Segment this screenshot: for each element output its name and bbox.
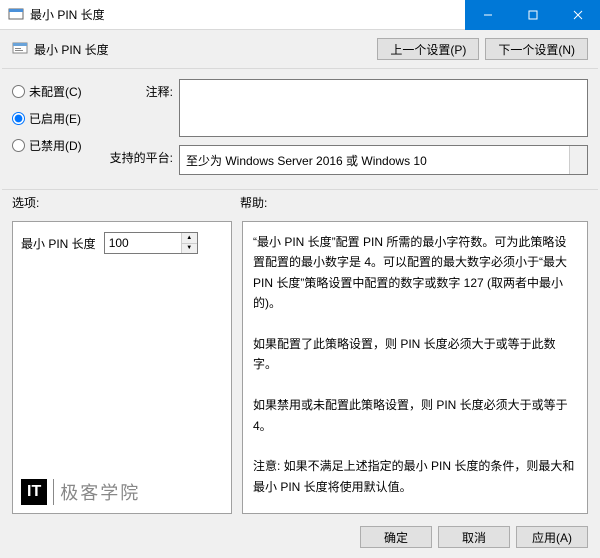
options-panel: 最小 PIN 长度 ▲ ▼ IT 极客学院 [12, 221, 232, 514]
min-pin-length-input[interactable] [105, 233, 181, 253]
supported-platform-value: 至少为 Windows Server 2016 或 Windows 10 [186, 152, 427, 169]
comment-label: 注释: [109, 79, 173, 100]
window-controls [465, 0, 600, 29]
policy-title: 最小 PIN 长度 [34, 41, 377, 58]
help-panel[interactable]: “最小 PIN 长度”配置 PIN 所需的最小字符数。可为此策略设置配置的最小数… [242, 221, 588, 514]
header-row: 最小 PIN 长度 上一个设置(P) 下一个设置(N) [0, 30, 600, 68]
min-pin-length-spinner[interactable]: ▲ ▼ [104, 232, 198, 254]
next-setting-button[interactable]: 下一个设置(N) [485, 38, 588, 60]
minimize-button[interactable] [465, 0, 510, 30]
spinner-up-button[interactable]: ▲ [182, 233, 197, 244]
watermark-logo: IT [21, 479, 47, 505]
comment-textarea[interactable] [179, 79, 588, 137]
supported-platform-box: 至少为 Windows Server 2016 或 Windows 10 [179, 145, 588, 175]
help-text: “最小 PIN 长度”配置 PIN 所需的最小字符数。可为此策略设置配置的最小数… [253, 235, 574, 494]
apply-button[interactable]: 应用(A) [516, 526, 588, 548]
dialog-footer: 确定 取消 应用(A) [0, 518, 600, 558]
ok-button[interactable]: 确定 [360, 526, 432, 548]
help-section-label: 帮助: [240, 194, 267, 211]
radio-enabled-label[interactable]: 已启用(E) [29, 110, 81, 127]
maximize-button[interactable] [510, 0, 555, 30]
radio-disabled-label[interactable]: 已禁用(D) [29, 137, 82, 154]
cancel-button[interactable]: 取消 [438, 526, 510, 548]
options-section-label: 选项: [12, 194, 240, 211]
platform-label: 支持的平台: [109, 145, 173, 166]
radio-enabled[interactable] [12, 112, 25, 125]
radio-not-configured-label[interactable]: 未配置(C) [29, 83, 82, 100]
window-title: 最小 PIN 长度 [30, 6, 465, 23]
prev-setting-button[interactable]: 上一个设置(P) [377, 38, 479, 60]
min-pin-length-label: 最小 PIN 长度 [21, 235, 96, 252]
state-radio-group: 未配置(C) 已启用(E) 已禁用(D) [12, 79, 97, 175]
policy-icon [12, 41, 28, 57]
spinner-down-button[interactable]: ▼ [182, 244, 197, 254]
watermark-text: 极客学院 [60, 479, 140, 505]
radio-disabled[interactable] [12, 139, 25, 152]
watermark: IT 极客学院 [21, 479, 140, 505]
close-button[interactable] [555, 0, 600, 30]
radio-not-configured[interactable] [12, 85, 25, 98]
titlebar: 最小 PIN 长度 [0, 0, 600, 30]
app-icon [8, 7, 24, 23]
